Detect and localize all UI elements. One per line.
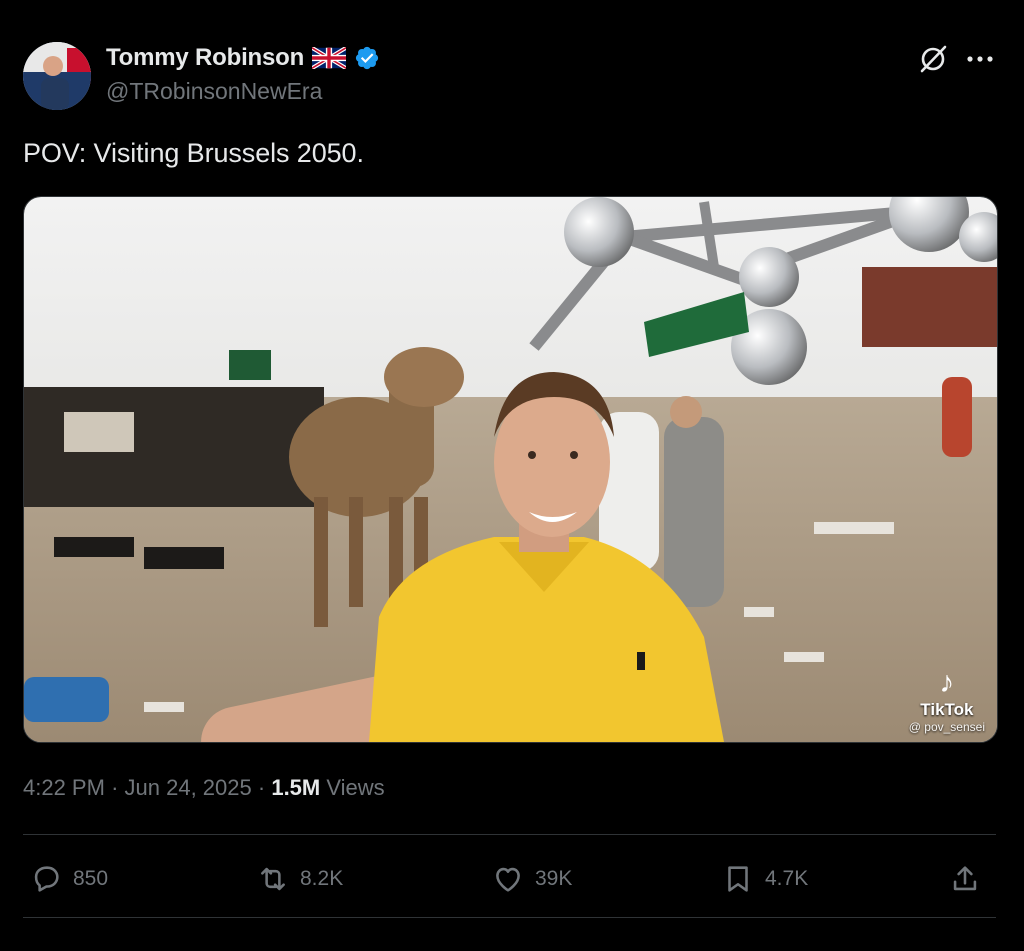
reply-button[interactable]: 850: [29, 855, 108, 903]
repost-button[interactable]: 8.2K: [256, 855, 343, 903]
tweet-date[interactable]: Jun 24, 2025: [125, 775, 252, 800]
share-icon: [953, 866, 977, 891]
like-count: 39K: [535, 867, 573, 890]
meta-separator: ·: [111, 775, 119, 800]
divider-top: [23, 834, 996, 835]
tiktok-username: @ pov_sensei: [908, 720, 985, 734]
divider-bottom: [23, 917, 996, 918]
author-avatar[interactable]: [23, 42, 91, 110]
tiktok-logo-icon: ♪: [939, 666, 955, 699]
tweet-text: POV: Visiting Brussels 2050.: [23, 138, 364, 168]
tweet-time[interactable]: 4:22 PM: [23, 775, 105, 800]
repost-icon: [261, 867, 285, 891]
bookmark-icon: [728, 866, 748, 892]
views-label: Views: [326, 775, 385, 800]
author-display-name[interactable]: Tommy Robinson: [106, 44, 304, 72]
repost-count: 8.2K: [300, 867, 344, 890]
more-options-icon[interactable]: [963, 44, 997, 74]
share-button[interactable]: [948, 855, 982, 903]
verified-badge-icon[interactable]: [354, 45, 380, 71]
video-thumbnail[interactable]: ♪ TikTok @ pov_sensei: [23, 196, 998, 743]
bookmark-button[interactable]: 4.7K: [721, 855, 808, 903]
like-button[interactable]: 39K: [491, 855, 572, 903]
tweet-meta: 4:22 PM · Jun 24, 2025 · 1.5M Views: [23, 775, 385, 801]
heart-icon: [496, 867, 520, 892]
grok-icon[interactable]: [918, 44, 948, 74]
views-count[interactable]: 1.5M: [271, 775, 320, 800]
video-scene: [24, 197, 997, 742]
uk-flag-icon: [311, 46, 348, 70]
reply-count: 850: [73, 867, 109, 890]
meta-separator: ·: [257, 775, 266, 800]
author-name-row: Tommy Robinson: [106, 42, 380, 74]
tiktok-brand-label: TikTok: [920, 700, 974, 719]
bookmark-count: 4.7K: [765, 867, 809, 890]
reply-icon: [34, 866, 59, 892]
tiktok-watermark: ♪ TikTok @ pov_sensei: [908, 666, 985, 735]
action-bar: 850 8.2K 39K 4.7K: [23, 855, 996, 903]
author-handle[interactable]: @TRobinsonNewEra: [106, 78, 322, 105]
